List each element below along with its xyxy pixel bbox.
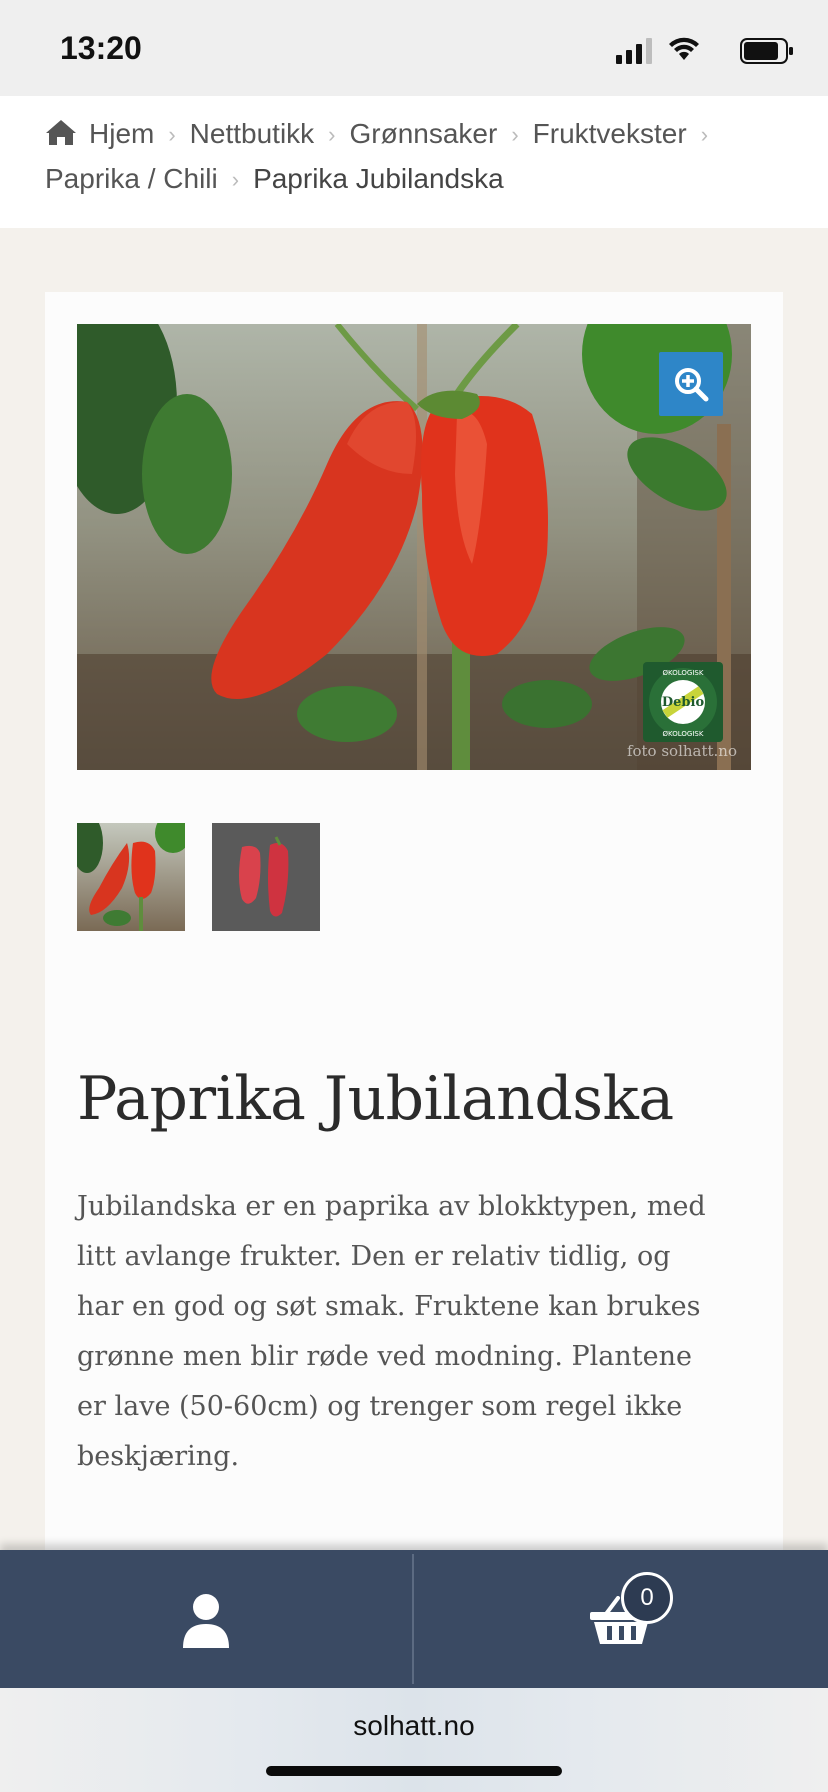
zoom-button[interactable] [659,352,723,416]
product-title: Paprika Jubilandska [77,1064,674,1134]
breadcrumb-gronnsaker[interactable]: Grønnsaker [350,118,498,149]
chevron-right-icon: › [700,122,709,147]
battery-icon [740,38,793,64]
chevron-right-icon: › [168,122,176,147]
breadcrumb-fruktvekster[interactable]: Fruktvekster [533,118,687,149]
home-icon[interactable] [45,118,77,146]
breadcrumb-current: Paprika Jubilandska [253,163,504,194]
chevron-right-icon: › [328,122,336,147]
debio-organic-badge: Debio ØKOLOGISK ØKOLOGISK [643,662,723,742]
status-time: 13:20 [60,30,142,66]
cart-count-badge: 0 [621,1572,673,1624]
status-bar: 13:20 [0,0,828,96]
url-text: solhatt.no [353,1710,475,1741]
thumbnail-2-image [212,823,320,931]
chevron-right-icon: › [511,122,519,147]
bottom-nav: 0 [0,1550,828,1688]
breadcrumb: Hjem › Nettbutikk › Grønnsaker › Fruktvekster ›… [45,112,805,202]
account-button[interactable] [0,1550,412,1688]
breadcrumb-paprika-chili[interactable]: Paprika / Chili [45,163,218,194]
home-indicator[interactable] [266,1766,562,1776]
badge-center-text: Debio [662,695,705,710]
wifi-icon [669,37,699,60]
signal-icon [616,38,652,64]
product-card: Debio ØKOLOGISK ØKOLOGISK foto solhatt.n… [45,292,783,1552]
user-icon [183,1594,229,1648]
status-icons [594,36,794,64]
badge-bottom-text: ØKOLOGISK [663,730,704,738]
badge-top-text: ØKOLOGISK [663,669,704,677]
breadcrumb-nettbutikk[interactable]: Nettbutikk [190,118,315,149]
thumbnail-1-image [77,823,185,931]
chevron-right-icon: › [231,167,240,192]
browser-address-bar[interactable]: solhatt.no [0,1688,828,1792]
cart-button[interactable]: 0 [414,1550,828,1688]
photo-watermark: foto solhatt.no [626,742,737,760]
breadcrumb-bar: Hjem › Nettbutikk › Grønnsaker › Fruktvekster ›… [0,96,828,228]
zoom-in-icon [675,368,709,402]
breadcrumb-home[interactable]: Hjem [89,118,154,149]
product-description: Jubilandska er en paprika av blokktypen,… [77,1191,706,1472]
thumbnail-2[interactable] [212,823,320,931]
product-main-image[interactable]: Debio ØKOLOGISK ØKOLOGISK foto solhatt.n… [77,324,751,770]
thumbnail-1[interactable] [77,823,185,931]
